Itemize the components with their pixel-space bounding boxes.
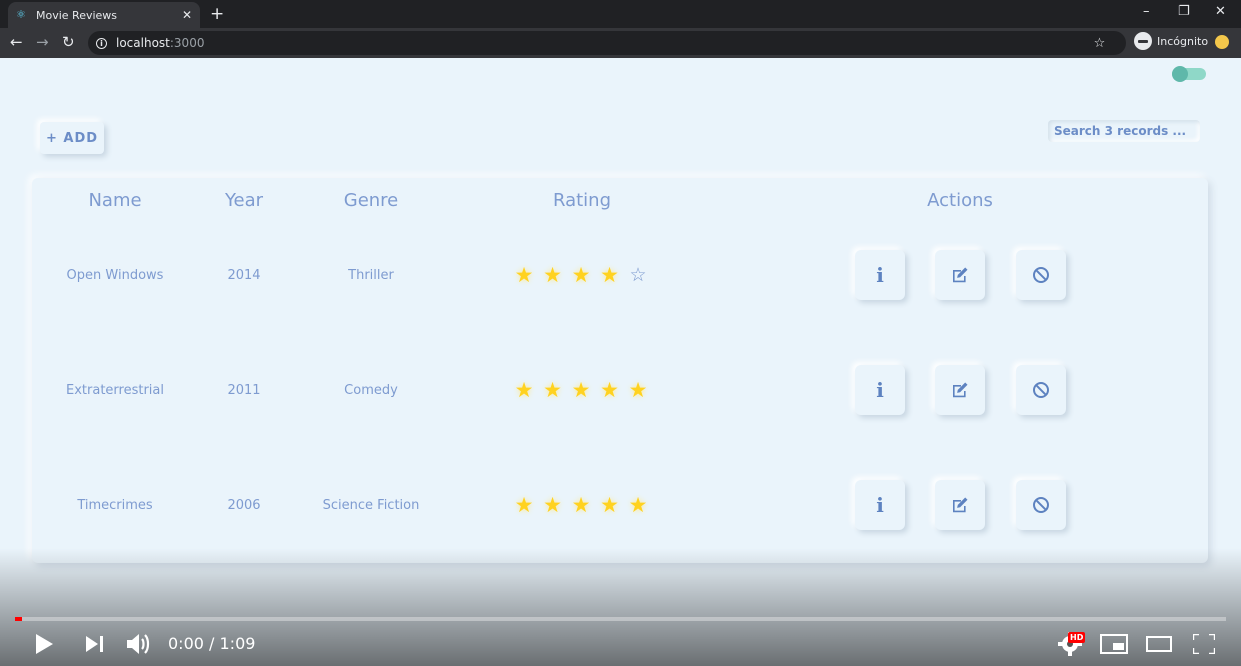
react-favicon-icon: ⚛ xyxy=(16,8,26,21)
fullscreen-icon[interactable] xyxy=(1193,634,1215,654)
incognito-label: Incógnito xyxy=(1157,34,1209,48)
video-progress-fill xyxy=(15,617,23,621)
edit-button[interactable] xyxy=(935,365,985,415)
star-filled-icon[interactable]: ★ xyxy=(571,495,591,516)
incognito-icon xyxy=(1134,32,1152,50)
star-filled-icon[interactable]: ★ xyxy=(600,265,620,286)
star-empty-icon[interactable]: ☆ xyxy=(628,265,648,285)
column-header-name: Name xyxy=(88,190,142,211)
star-filled-icon[interactable]: ★ xyxy=(543,265,563,286)
table-row: Extraterrestrial 2011 Comedy ★ ★ ★ ★ ★ i xyxy=(32,361,1208,421)
edit-button[interactable] xyxy=(935,480,985,530)
bookmark-star-icon[interactable]: ☆ xyxy=(1090,34,1110,54)
ban-icon xyxy=(1033,497,1049,513)
url-host: localhost xyxy=(116,36,170,50)
search-input[interactable] xyxy=(1048,120,1200,142)
star-filled-icon[interactable]: ★ xyxy=(514,380,534,401)
video-time: 0:00 / 1:09 xyxy=(168,634,256,653)
table-row: Timecrimes 2006 Science Fiction ★ ★ ★ ★ ★ i xyxy=(32,476,1208,536)
browser-chrome: ⚛ Movie Reviews ✕ + – ❐ ✕ ← → ↻ i localh… xyxy=(0,0,1241,58)
volume-icon[interactable] xyxy=(127,632,153,656)
star-filled-icon[interactable]: ★ xyxy=(514,265,534,286)
movie-year: 2006 xyxy=(227,498,261,513)
theme-toggle[interactable] xyxy=(1172,66,1206,82)
restore-button[interactable]: ❐ xyxy=(1178,4,1190,19)
star-filled-icon[interactable]: ★ xyxy=(628,380,648,401)
movie-name: Timecrimes xyxy=(77,498,153,513)
movie-name: Open Windows xyxy=(66,268,164,283)
forward-button[interactable]: → xyxy=(36,33,49,51)
info-icon: i xyxy=(876,263,884,287)
video-progress-bar[interactable] xyxy=(15,617,1226,621)
hd-badge: HD xyxy=(1068,632,1086,643)
star-filled-icon[interactable]: ★ xyxy=(543,380,563,401)
info-button[interactable]: i xyxy=(855,365,905,415)
column-header-year: Year xyxy=(224,190,264,211)
new-tab-button[interactable]: + xyxy=(210,4,224,24)
star-filled-icon[interactable]: ★ xyxy=(543,495,563,516)
edit-icon xyxy=(953,497,968,513)
star-filled-icon[interactable]: ★ xyxy=(571,380,591,401)
movie-year: 2011 xyxy=(227,383,261,398)
rating-stars[interactable]: ★ ★ ★ ★ ☆ xyxy=(514,265,657,286)
play-icon[interactable] xyxy=(35,634,53,654)
rating-stars[interactable]: ★ ★ ★ ★ ★ xyxy=(514,495,657,516)
delete-button[interactable] xyxy=(1016,250,1066,300)
movies-table: Name Year Genre Rating Actions Open Wind… xyxy=(32,178,1208,563)
browser-toolbar: ← → ↻ i localhost:3000 ☆ Incógnito xyxy=(0,28,1241,58)
movie-genre: Comedy xyxy=(344,383,398,398)
minimize-button[interactable]: – xyxy=(1143,4,1150,19)
info-button[interactable]: i xyxy=(855,250,905,300)
address-bar[interactable]: i localhost:3000 ☆ xyxy=(88,31,1126,55)
theater-mode-icon[interactable] xyxy=(1146,636,1172,652)
edit-button[interactable] xyxy=(935,250,985,300)
star-filled-icon[interactable]: ★ xyxy=(571,265,591,286)
profile-avatar[interactable] xyxy=(1215,35,1229,49)
incognito-indicator[interactable]: Incógnito xyxy=(1134,32,1208,50)
column-header-rating: Rating xyxy=(552,190,612,211)
movie-genre: Thriller xyxy=(348,268,394,283)
star-filled-icon[interactable]: ★ xyxy=(514,495,534,516)
url-port: :3000 xyxy=(169,36,205,50)
delete-button[interactable] xyxy=(1016,480,1066,530)
tab-title: Movie Reviews xyxy=(36,8,118,22)
ban-icon xyxy=(1033,267,1049,283)
close-window-button[interactable]: ✕ xyxy=(1215,4,1226,19)
tab-close-icon[interactable]: ✕ xyxy=(182,8,192,22)
column-header-genre: Genre xyxy=(343,190,399,211)
back-button[interactable]: ← xyxy=(10,33,23,51)
info-icon: i xyxy=(876,493,884,517)
table-row: Open Windows 2014 Thriller ★ ★ ★ ★ ☆ i xyxy=(32,246,1208,306)
star-filled-icon[interactable]: ★ xyxy=(600,380,620,401)
info-icon: i xyxy=(876,378,884,402)
toggle-knob xyxy=(1172,66,1188,82)
column-header-actions: Actions xyxy=(927,190,993,211)
site-info-icon[interactable]: i xyxy=(96,37,107,49)
edit-icon xyxy=(953,382,968,398)
edit-icon xyxy=(953,267,968,283)
rating-stars[interactable]: ★ ★ ★ ★ ★ xyxy=(514,380,657,401)
miniplayer-icon[interactable] xyxy=(1100,634,1128,654)
movie-genre: Science Fiction xyxy=(322,498,420,513)
info-button[interactable]: i xyxy=(855,480,905,530)
add-button[interactable]: + ADD xyxy=(40,122,104,154)
movie-year: 2014 xyxy=(227,268,261,283)
movie-name: Extraterrestrial xyxy=(66,383,164,398)
next-icon[interactable] xyxy=(86,636,104,652)
reload-button[interactable]: ↻ xyxy=(62,33,75,51)
browser-tab[interactable]: ⚛ Movie Reviews ✕ xyxy=(8,2,200,28)
star-filled-icon[interactable]: ★ xyxy=(600,495,620,516)
ban-icon xyxy=(1033,382,1049,398)
delete-button[interactable] xyxy=(1016,365,1066,415)
star-filled-icon[interactable]: ★ xyxy=(628,495,648,516)
